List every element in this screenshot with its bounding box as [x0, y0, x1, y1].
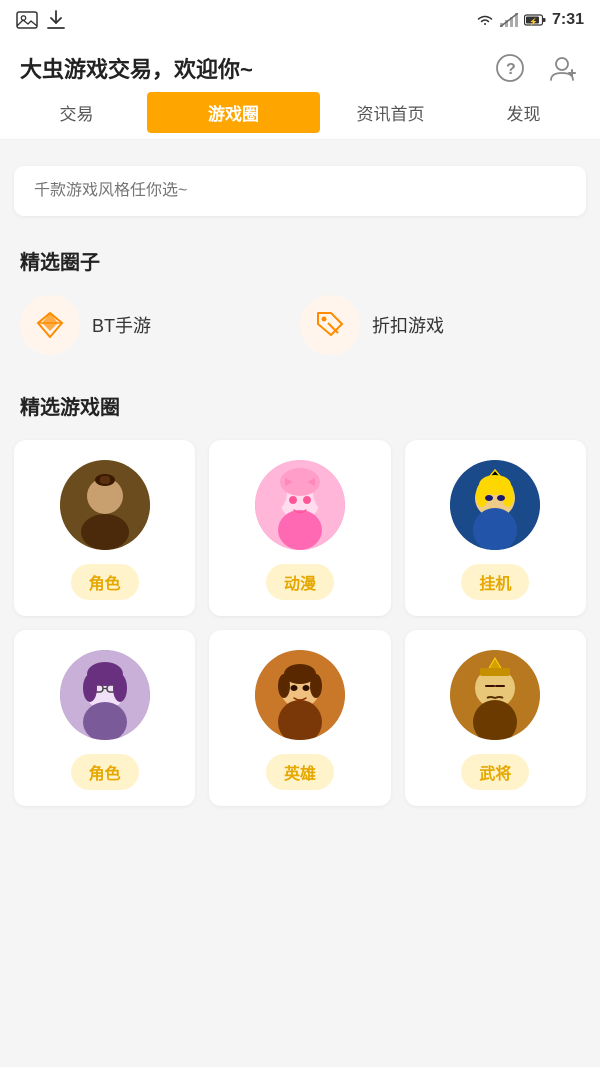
- svg-text:?: ?: [506, 61, 516, 78]
- game-card-role[interactable]: 角色: [14, 440, 195, 616]
- svg-text:⚡: ⚡: [529, 17, 538, 26]
- game-card-role2[interactable]: 角色: [14, 630, 195, 806]
- avatar-hang: [450, 460, 540, 550]
- status-right-icons: ⚡ 7:31: [476, 11, 584, 29]
- featured-game-circle-title: 精选游戏圈: [0, 375, 600, 430]
- avatar-anime: [255, 460, 345, 550]
- avatar-role: [60, 460, 150, 550]
- game-tag-role: 角色: [71, 564, 139, 600]
- game-tag-role2: 角色: [71, 754, 139, 790]
- circles-row: BT手游 折扣游戏: [0, 285, 600, 375]
- diamond-icon: [34, 309, 66, 341]
- header-title: 大虫游戏交易，欢迎你~: [20, 52, 253, 84]
- tag-icon: [314, 309, 346, 341]
- search-input[interactable]: [34, 182, 566, 200]
- bt-label: BT手游: [92, 312, 151, 338]
- signal-icon: [500, 13, 518, 27]
- photo-icon: [16, 9, 38, 31]
- status-left-icons: [16, 9, 66, 31]
- header-icon-group: ?: [492, 50, 580, 86]
- tab-game-circle[interactable]: 游戏圈: [147, 92, 320, 133]
- help-button[interactable]: ?: [492, 50, 528, 86]
- game-card-hang[interactable]: 挂机: [405, 440, 586, 616]
- battery-icon: ⚡: [524, 13, 546, 27]
- user-button[interactable]: [544, 50, 580, 86]
- help-circle-icon: ?: [495, 53, 525, 83]
- tab-news[interactable]: 资讯首页: [324, 86, 457, 139]
- wifi-icon: [476, 13, 494, 27]
- game-tag-warrior: 武将: [461, 754, 529, 790]
- game-tag-hang: 挂机: [461, 564, 529, 600]
- circle-bt[interactable]: BT手游: [20, 295, 300, 355]
- featured-circles-title: 精选圈子: [0, 230, 600, 285]
- avatar-warrior: [450, 650, 540, 740]
- game-card-hero[interactable]: 英雄: [209, 630, 390, 806]
- discount-label: 折扣游戏: [372, 312, 444, 338]
- bt-icon-wrap: [20, 295, 80, 355]
- status-time: 7:31: [552, 11, 584, 29]
- user-icon: [547, 53, 577, 83]
- avatar-role2: [60, 650, 150, 740]
- search-container: [14, 166, 586, 216]
- tab-trade[interactable]: 交易: [10, 86, 143, 139]
- status-bar: ⚡ 7:31: [0, 0, 600, 40]
- game-tag-anime: 动漫: [266, 564, 334, 600]
- game-tag-hero: 英雄: [266, 754, 334, 790]
- circle-discount[interactable]: 折扣游戏: [300, 295, 580, 355]
- tab-discover[interactable]: 发现: [457, 86, 590, 139]
- download-icon: [46, 9, 66, 31]
- game-card-anime[interactable]: 动漫: [209, 440, 390, 616]
- nav-tabs: 交易 游戏圈 资讯首页 发现: [0, 86, 600, 140]
- avatar-hero: [255, 650, 345, 740]
- game-grid: 角色: [0, 430, 600, 820]
- game-card-warrior[interactable]: 武将: [405, 630, 586, 806]
- discount-icon-wrap: [300, 295, 360, 355]
- header: 大虫游戏交易，欢迎你~ ?: [0, 40, 600, 86]
